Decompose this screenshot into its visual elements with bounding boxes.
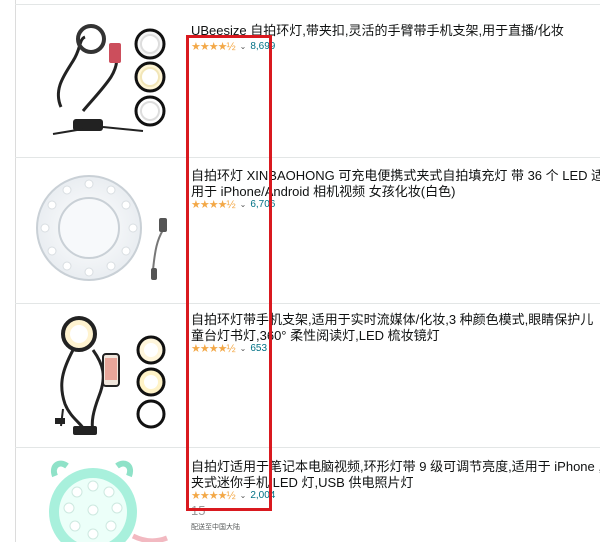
result-row-4: 自拍灯适用于笔记本电脑视频,环形灯带 9 级可调节亮度,适用于 iPhone ,… — [15, 448, 600, 542]
product-image-clip-ring-light[interactable] — [33, 170, 173, 295]
result-row-1: UBeesize 自拍环灯,带夹扣,灵活的手臂带手机支架,用于直播/化妆 ★★★… — [15, 5, 600, 158]
product-image-phone-holder-ring[interactable] — [33, 314, 173, 439]
search-results-page: UBeesize 自拍环灯,带夹扣,灵活的手臂带手机支架,用于直播/化妆 ★★★… — [0, 0, 600, 542]
shipping-note: 配送至中国大陆 — [191, 524, 240, 531]
result-row-3: 自拍环灯带手机支架,适用于实时流媒体/化妆,3 种颜色模式,眼睛保护儿童台灯书灯… — [15, 304, 600, 448]
result-row-2: 自拍环灯 XINBAOHONG 可充电便携式夹式自拍填充灯 带 36 个 LED… — [15, 158, 600, 304]
product-image-mini-clip-light[interactable] — [33, 456, 173, 542]
highlight-annotation-box — [186, 35, 272, 511]
product-image-selfie-ring-clamp[interactable] — [33, 19, 173, 144]
